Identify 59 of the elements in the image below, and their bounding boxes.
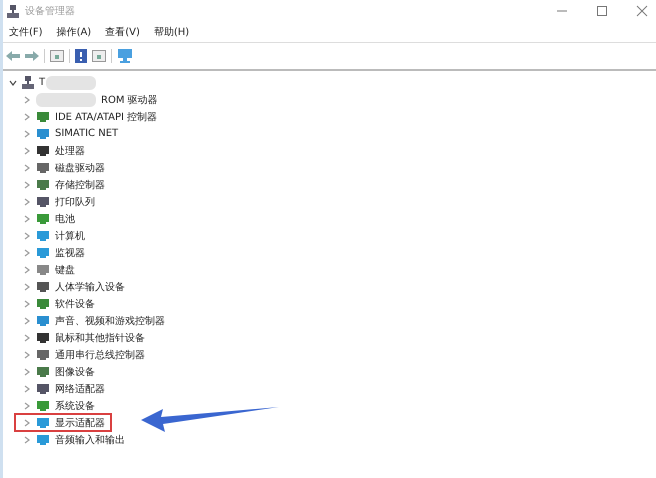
tree-item-label[interactable]: 电池: [55, 212, 75, 226]
redaction-blur: [46, 76, 96, 90]
tree-item-label[interactable]: 音频输入和输出: [55, 432, 125, 446]
menu-item[interactable]: 操作(A): [56, 25, 92, 39]
device-icon: [36, 246, 50, 258]
device-icon: [36, 212, 50, 224]
menu-item[interactable]: 查看(V): [105, 25, 140, 39]
computer-icon: [7, 4, 19, 18]
tree-item-label[interactable]: 软件设备: [55, 296, 95, 310]
tree-item-label[interactable]: 图像设备: [55, 364, 95, 378]
back-arrow-icon[interactable]: [6, 50, 20, 62]
device-icon: [36, 110, 50, 122]
device-icon: [36, 196, 50, 208]
tree-item-label[interactable]: SIMATIC NET: [55, 128, 118, 139]
tree-root-label[interactable]: T: [39, 77, 46, 88]
properties-icon[interactable]: [50, 50, 64, 62]
menu-item[interactable]: 帮助(H): [154, 25, 190, 39]
device-icon: [36, 366, 50, 378]
window-title: 设备管理器: [25, 5, 75, 18]
device-icon: [36, 230, 50, 242]
tree-item-label[interactable]: 计算机: [55, 228, 85, 242]
tree-item-label[interactable]: 系统设备: [55, 398, 95, 412]
device-icon: [36, 280, 50, 292]
maximize-icon[interactable]: [596, 5, 608, 17]
tree-item-label[interactable]: 键盘: [55, 262, 75, 276]
panel-icon[interactable]: [92, 50, 106, 62]
device-icon: [36, 416, 50, 428]
device-icon: [36, 264, 50, 276]
device-icon: [36, 298, 50, 310]
close-icon[interactable]: [636, 5, 648, 17]
tree-item-label[interactable]: 显示适配器: [55, 416, 105, 430]
expand-chevron-icon[interactable]: [9, 78, 17, 86]
tree-item-label[interactable]: ROM 驱动器: [101, 92, 158, 106]
device-icon: [36, 314, 50, 326]
menu-item[interactable]: 文件(F): [9, 25, 43, 39]
monitor-icon[interactable]: [117, 49, 133, 63]
device-icon: [36, 332, 50, 344]
tree-item-label[interactable]: 监视器: [55, 246, 85, 260]
device-icon: [36, 128, 50, 140]
device-icon: [36, 162, 50, 174]
tree-item-label[interactable]: 人体学输入设备: [55, 280, 125, 294]
device-icon: [36, 382, 50, 394]
tree-item-label[interactable]: IDE ATA/ATAPI 控制器: [55, 110, 158, 124]
tree-item-label[interactable]: 处理器: [55, 144, 85, 158]
tree-item-label[interactable]: 存储控制器: [55, 178, 105, 192]
device-icon: [36, 434, 50, 446]
device-icon: [36, 348, 50, 360]
tree-item-label[interactable]: 打印队列: [55, 194, 95, 208]
tree-item-label[interactable]: 网络适配器: [55, 382, 105, 396]
tree-item-label[interactable]: 磁盘驱动器: [55, 160, 105, 174]
help-icon[interactable]: [75, 49, 87, 63]
tree-item-label[interactable]: 通用串行总线控制器: [55, 348, 145, 362]
tree-item-label[interactable]: 鼠标和其他指针设备: [55, 330, 145, 344]
device-icon: [36, 144, 50, 156]
forward-arrow-icon[interactable]: [25, 50, 39, 62]
computer-icon: [22, 76, 34, 89]
tree-item-label[interactable]: 声音、视频和游戏控制器: [55, 314, 165, 328]
device-icon: [36, 178, 50, 190]
device-icon: [36, 400, 50, 412]
